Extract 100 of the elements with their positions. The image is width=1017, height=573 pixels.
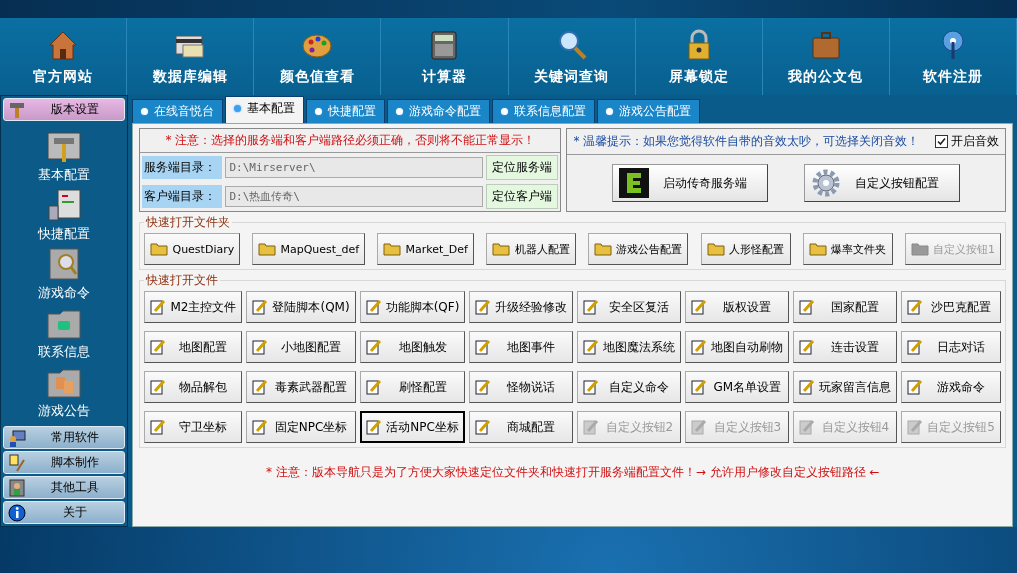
sidebar-group-header[interactable]: 脚本制作 — [3, 451, 126, 474]
toolbar-button[interactable]: 软件注册 — [889, 18, 1017, 95]
sidebar-item[interactable]: 快捷配置 — [38, 188, 91, 243]
tab[interactable]: 游戏公告配置 — [597, 99, 701, 123]
sidebar-item[interactable]: 基本配置 — [38, 129, 91, 184]
person-icon — [8, 478, 26, 497]
sidebar-group-header[interactable]: 常用软件 — [3, 426, 126, 449]
folder-button[interactable]: 机器人配置 — [486, 233, 577, 265]
file-button[interactable]: 商城配置 — [469, 411, 574, 443]
sidebar-group-header[interactable]: 其他工具 — [3, 476, 126, 499]
file-button[interactable]: GM名单设置 — [685, 371, 790, 403]
tab[interactable]: 基本配置 — [225, 96, 305, 123]
file-button[interactable]: 地图事件 — [469, 331, 574, 363]
file-button[interactable]: M2主控文件 — [144, 291, 243, 323]
file-button[interactable]: 物品解包 — [144, 371, 243, 403]
file-button[interactable]: 沙巴克配置 — [901, 291, 1001, 323]
file-button[interactable]: 刷怪配置 — [359, 371, 466, 403]
sidebar-item[interactable]: 游戏公告 — [38, 365, 91, 420]
folder-button[interactable]: 人形怪配置 — [700, 233, 791, 265]
note-pencil-icon — [475, 339, 492, 355]
note-pencil-icon — [252, 299, 269, 315]
note-pencil-icon — [583, 419, 600, 435]
folder-button[interactable]: 游戏公告配置 — [588, 233, 689, 265]
file-button[interactable]: 日志对话 — [901, 331, 1001, 363]
file-button[interactable]: 怪物说话 — [469, 371, 574, 403]
hammer-icon — [46, 129, 83, 163]
sidebar-item[interactable]: 游戏命令 — [38, 247, 91, 302]
toolbar-button[interactable]: 关键词查询 — [508, 18, 636, 95]
note-pencil-icon — [799, 299, 816, 315]
note-pencil-icon — [691, 379, 708, 395]
sound-checkbox[interactable]: 开启音效 — [935, 133, 999, 150]
note-pencil-icon — [475, 419, 492, 435]
note-pencil-icon — [252, 339, 269, 355]
file-button[interactable]: 地图触发 — [359, 331, 466, 363]
group-title: 快速打开文件夹 — [145, 214, 232, 231]
file-button[interactable]: 连击设置 — [793, 331, 898, 363]
toolbar-button[interactable]: 计算器 — [381, 18, 509, 95]
file-button[interactable]: 游戏命令 — [901, 371, 1001, 403]
folder-button[interactable]: QuestDiary — [144, 233, 241, 265]
toolbar-button[interactable]: 颜色值查看 — [254, 18, 382, 95]
tab[interactable]: 快捷配置 — [306, 99, 386, 123]
file-button[interactable]: 升级经验修改 — [469, 291, 574, 323]
folder-icon — [383, 242, 402, 256]
letter-e-logo-icon — [619, 168, 650, 198]
folder-icon — [492, 242, 511, 256]
file-button[interactable]: 地图自动刷物 — [685, 331, 790, 363]
sidebar-group-header[interactable]: 关于 — [3, 501, 126, 524]
file-button[interactable]: 功能脚本(QF) — [359, 291, 466, 323]
note-pencil-icon — [691, 339, 708, 355]
note-pencil-icon — [365, 339, 382, 355]
tab[interactable]: 在线音悦台 — [132, 99, 224, 123]
file-button[interactable]: 玩家留言信息 — [793, 371, 898, 403]
note-pencil-icon — [150, 419, 167, 435]
file-button[interactable]: 版权设置 — [685, 291, 790, 323]
field-label: 服务端目录： — [142, 156, 223, 179]
folder-button[interactable]: 爆率文件夹 — [802, 233, 893, 265]
toolbar-button[interactable]: 数据库编辑 — [127, 18, 255, 95]
file-button[interactable]: 固定NPC坐标 — [246, 411, 356, 443]
file-button[interactable]: 守卫坐标 — [144, 411, 243, 443]
footer-note: * 注意：版本导航只是为了方便大家快速定位文件夹和快速打开服务端配置文件！→ 允许用户修改自定义按钮路径 ← — [264, 464, 881, 481]
tab[interactable]: 游戏命令配置 — [387, 99, 491, 123]
path-field[interactable]: D:\热血传奇\ — [225, 186, 484, 207]
tip-text: * 温馨提示：如果您觉得软件自带的音效太吵，可选择关闭音效！ — [573, 133, 920, 150]
file-button[interactable]: 活动NPC坐标 — [359, 411, 466, 443]
note-pencil-icon — [365, 379, 382, 395]
note-pencil-icon — [150, 299, 167, 315]
sidebar-group-header[interactable]: 版本设置 — [3, 98, 126, 121]
note-pencil-icon — [907, 339, 924, 355]
warning-text: * 注意：选择的服务端和客户端路径必须正确，否则将不能正常显示！ — [140, 129, 561, 153]
note-pencil-icon — [365, 419, 382, 435]
note-pencil-icon — [365, 299, 382, 315]
toolbar-button[interactable]: 屏幕锁定 — [635, 18, 763, 95]
note-pencil-icon — [583, 299, 600, 315]
file-button[interactable]: 国家配置 — [793, 291, 898, 323]
file-button[interactable]: 登陆脚本(QM) — [246, 291, 356, 323]
action-button[interactable]: 启动传奇服务端 — [612, 164, 769, 202]
panel-icon — [46, 188, 83, 222]
locate-button[interactable]: 定位服务端 — [486, 155, 559, 180]
folder-button[interactable]: MapQuest_def — [252, 233, 366, 265]
locate-button[interactable]: 定位客户端 — [486, 184, 559, 209]
folder-button[interactable]: Market_Def — [377, 233, 474, 265]
note-pencil-icon — [8, 453, 26, 472]
note-pencil-icon — [799, 379, 816, 395]
note-pencil-icon — [799, 339, 816, 355]
file-button[interactable]: 毒素武器配置 — [246, 371, 356, 403]
file-button[interactable]: 地图配置 — [144, 331, 243, 363]
folder-icon — [808, 242, 827, 256]
toolbar-button[interactable]: 我的公文包 — [762, 18, 890, 95]
note-pencil-icon — [907, 299, 924, 315]
path-field[interactable]: D:\Mirserver\ — [225, 157, 484, 178]
note-pencil-icon — [252, 419, 269, 435]
note-pencil-icon — [150, 379, 167, 395]
file-button[interactable]: 安全区复活 — [577, 291, 682, 323]
tab[interactable]: 联系信息配置 — [492, 99, 596, 123]
sidebar-item[interactable]: 联系信息 — [38, 306, 91, 361]
file-button[interactable]: 自定义命令 — [577, 371, 682, 403]
note-pencil-icon — [475, 299, 492, 315]
file-button[interactable]: 小地图配置 — [246, 331, 356, 363]
file-button[interactable]: 地图魔法系统 — [577, 331, 682, 363]
action-button[interactable]: 自定义按钮配置 — [804, 164, 961, 202]
